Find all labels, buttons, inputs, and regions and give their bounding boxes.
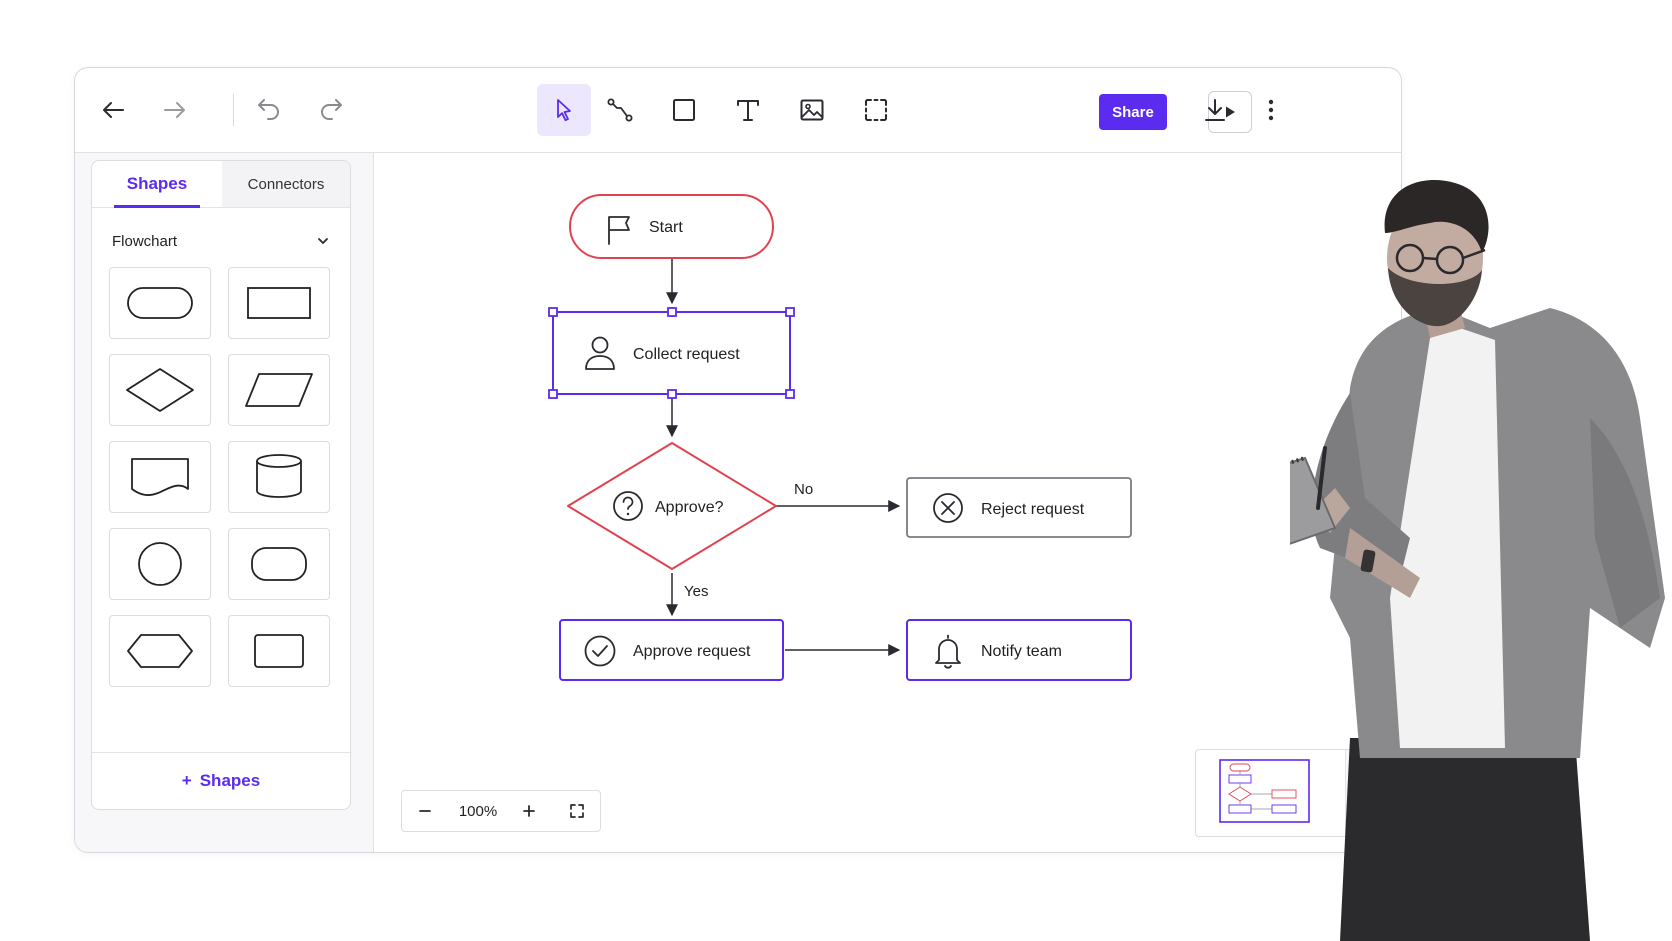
- more-vertical-icon: [1268, 99, 1274, 121]
- undo-button[interactable]: [247, 88, 291, 132]
- undo-icon: [258, 99, 279, 120]
- text-tool-button[interactable]: [726, 88, 770, 132]
- decision-shape-icon: [126, 368, 194, 412]
- arrow-left-icon: [103, 102, 124, 118]
- frame-select-icon: [865, 99, 887, 121]
- zoom-controls: 100%: [401, 790, 601, 832]
- shape-process[interactable]: [228, 267, 330, 339]
- toolbar-divider: [233, 94, 234, 126]
- zoom-out-button[interactable]: [410, 791, 440, 831]
- node-decision-label: Approve?: [655, 499, 724, 516]
- rectangle-tool-button[interactable]: [662, 88, 706, 132]
- hexagon-shape-icon: [127, 634, 193, 668]
- tab-shapes[interactable]: Shapes: [92, 161, 222, 208]
- minus-icon: [419, 810, 431, 812]
- image-icon: [800, 99, 824, 121]
- node-start-label: Start: [649, 219, 683, 236]
- node-collect-label: Collect request: [633, 346, 740, 363]
- download-button[interactable]: [1193, 88, 1237, 132]
- tab-shapes-label: Shapes: [126, 174, 188, 193]
- app-window: Share Shapes Connectors Flowchart + Shap…: [74, 67, 1402, 853]
- rectangle-shape-icon: [254, 634, 304, 668]
- node-notify-label: Notify team: [981, 643, 1062, 660]
- node-notify-team[interactable]: Notify team: [906, 619, 1132, 681]
- zoom-level[interactable]: 100%: [448, 791, 508, 831]
- frame-select-tool-button[interactable]: [854, 88, 898, 132]
- parallelogram-shape-icon: [245, 373, 313, 407]
- image-tool-button[interactable]: [790, 88, 834, 132]
- fit-screen-button[interactable]: [562, 791, 592, 831]
- shape-circle[interactable]: [109, 528, 211, 600]
- shape-rectangle[interactable]: [228, 615, 330, 687]
- connector-icon: [607, 98, 633, 122]
- add-shapes-button[interactable]: + Shapes: [92, 752, 350, 809]
- shapes-panel: Shapes Connectors Flowchart + Shapes: [91, 160, 351, 810]
- diagram-canvas[interactable]: No Yes Start Collect request Approve? Re…: [374, 153, 1401, 852]
- node-reject-request[interactable]: Reject request: [906, 477, 1132, 538]
- connector-tool-button[interactable]: [598, 88, 642, 132]
- shape-preparation[interactable]: [109, 615, 211, 687]
- more-options-button[interactable]: [1249, 88, 1293, 132]
- share-button[interactable]: Share: [1099, 94, 1167, 130]
- shape-document[interactable]: [109, 441, 211, 513]
- select-tool-button[interactable]: [537, 84, 591, 136]
- plus-icon: [523, 805, 535, 817]
- tab-connectors-label: Connectors: [247, 175, 325, 193]
- back-button[interactable]: [91, 88, 135, 132]
- arrow-right-icon: [164, 102, 185, 118]
- shape-decision[interactable]: [109, 354, 211, 426]
- edge-label-no: No: [794, 481, 813, 498]
- pointer-icon: [557, 99, 571, 122]
- flowchart-section-toggle[interactable]: Flowchart: [112, 229, 330, 253]
- shape-data[interactable]: [228, 354, 330, 426]
- process-shape-icon: [247, 287, 311, 319]
- zoom-in-button[interactable]: [514, 791, 544, 831]
- shape-rounded-rectangle[interactable]: [228, 528, 330, 600]
- active-tab-indicator: [114, 205, 200, 208]
- shape-terminator[interactable]: [109, 267, 211, 339]
- tab-connectors[interactable]: Connectors: [222, 161, 350, 207]
- database-shape-icon: [256, 454, 302, 498]
- redo-icon: [321, 99, 342, 120]
- terminator-shape-icon: [127, 287, 193, 319]
- fit-screen-icon: [570, 804, 584, 818]
- top-toolbar: Share: [75, 68, 1401, 153]
- node-reject-label: Reject request: [981, 501, 1085, 518]
- person-with-notepad-photo: [1290, 180, 1665, 941]
- node-approve-label: Approve request: [633, 643, 751, 660]
- rectangle-icon: [673, 99, 695, 121]
- text-icon: [737, 100, 759, 121]
- node-start[interactable]: Start: [569, 194, 774, 259]
- add-shapes-label: Shapes: [199, 771, 261, 790]
- download-icon: [1205, 99, 1225, 121]
- forward-button[interactable]: [153, 88, 197, 132]
- flowchart-diagram: No Yes Start Collect request Approve? Re…: [548, 194, 1132, 681]
- redo-button[interactable]: [309, 88, 353, 132]
- panel-tabs: Shapes Connectors: [92, 161, 350, 208]
- plus-icon: +: [181, 771, 192, 790]
- edge-label-yes: Yes: [684, 583, 708, 600]
- node-approve-decision[interactable]: Approve?: [567, 442, 777, 570]
- shape-database[interactable]: [228, 441, 330, 513]
- node-approve-request[interactable]: Approve request: [559, 619, 784, 681]
- document-shape-icon: [131, 458, 189, 496]
- rounded-rectangle-shape-icon: [251, 547, 307, 581]
- node-collect-request[interactable]: Collect request: [552, 311, 791, 395]
- chevron-down-icon: [318, 238, 328, 244]
- circle-shape-icon: [138, 542, 182, 586]
- section-title: Flowchart: [112, 232, 178, 250]
